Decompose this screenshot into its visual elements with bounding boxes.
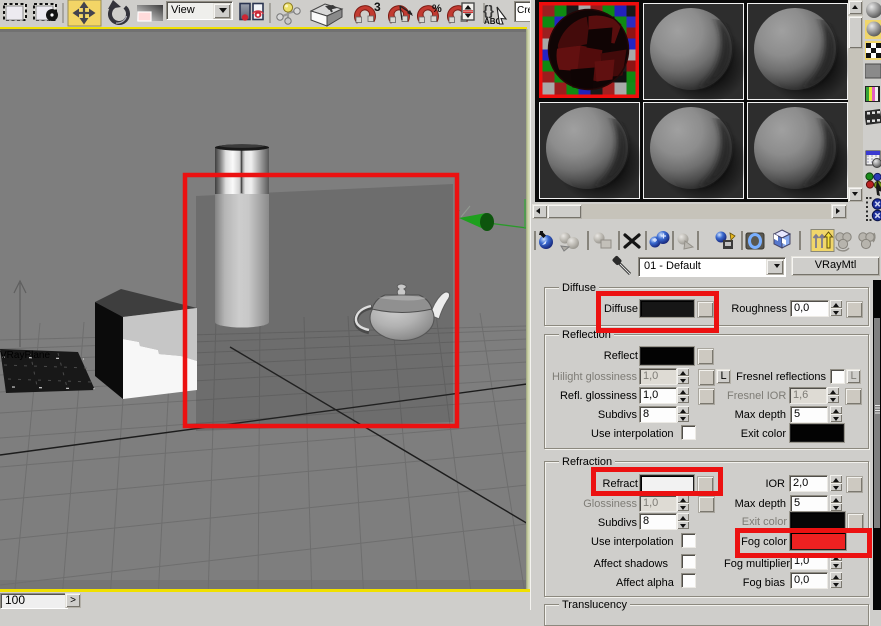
svg-text:VRayPlane: VRayPlane (0, 350, 50, 361)
svg-text:3: 3 (374, 0, 381, 14)
svg-text:{}: {} (483, 2, 494, 18)
svg-text:%: % (432, 3, 442, 15)
